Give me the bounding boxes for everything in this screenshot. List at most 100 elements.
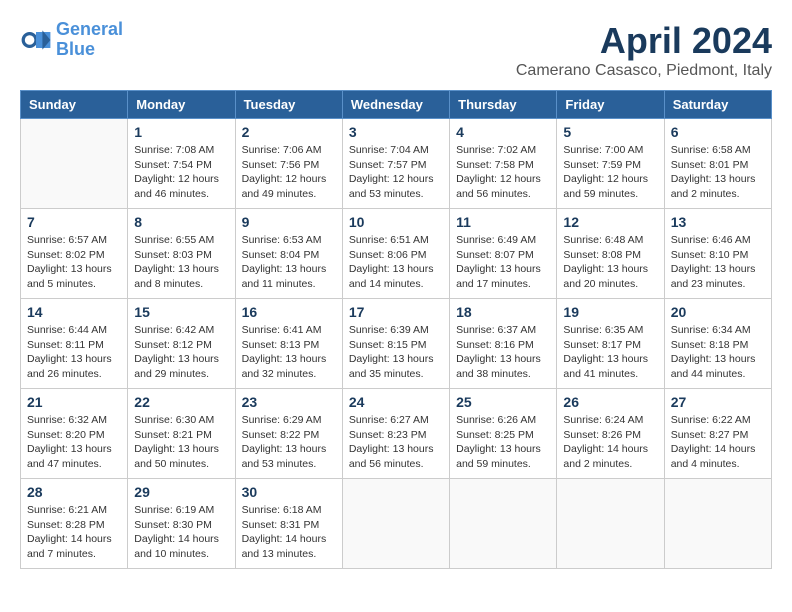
day-number: 15 bbox=[134, 304, 228, 320]
day-info: Sunrise: 6:18 AM Sunset: 8:31 PM Dayligh… bbox=[242, 503, 336, 562]
day-info: Sunrise: 6:49 AM Sunset: 8:07 PM Dayligh… bbox=[456, 233, 550, 292]
calendar-cell: 16 Sunrise: 6:41 AM Sunset: 8:13 PM Dayli… bbox=[235, 299, 342, 389]
calendar-cell: 10Sunrise: 6:51 AM Sunset: 8:06 PM Dayli… bbox=[342, 209, 449, 299]
day-info: Sunrise: 6:48 AM Sunset: 8:08 PM Dayligh… bbox=[563, 233, 657, 292]
day-number: 23 bbox=[242, 394, 336, 410]
day-number: 6 bbox=[671, 124, 765, 140]
month-title: April 2024 bbox=[516, 20, 772, 62]
day-number: 27 bbox=[671, 394, 765, 410]
day-info: Sunrise: 7:04 AM Sunset: 7:57 PM Dayligh… bbox=[349, 143, 443, 202]
calendar-cell: 7Sunrise: 6:57 AM Sunset: 8:02 PM Daylig… bbox=[21, 209, 128, 299]
calendar-cell: 5 Sunrise: 7:00 AM Sunset: 7:59 PM Daylig… bbox=[557, 119, 664, 209]
calendar-cell: 21Sunrise: 6:32 AM Sunset: 8:20 PM Dayli… bbox=[21, 389, 128, 479]
calendar-cell: 24Sunrise: 6:27 AM Sunset: 8:23 PM Dayli… bbox=[342, 389, 449, 479]
calendar-cell: 2 Sunrise: 7:06 AM Sunset: 7:56 PM Daylig… bbox=[235, 119, 342, 209]
day-number: 1 bbox=[134, 124, 228, 140]
day-info: Sunrise: 6:26 AM Sunset: 8:25 PM Dayligh… bbox=[456, 413, 550, 472]
day-number: 20 bbox=[671, 304, 765, 320]
calendar-cell: 28Sunrise: 6:21 AM Sunset: 8:28 PM Dayli… bbox=[21, 479, 128, 569]
calendar-cell: 27 Sunrise: 6:22 AM Sunset: 8:27 PM Dayli… bbox=[664, 389, 771, 479]
day-number: 25 bbox=[456, 394, 550, 410]
week-row-5: 28Sunrise: 6:21 AM Sunset: 8:28 PM Dayli… bbox=[21, 479, 772, 569]
weekday-header-thursday: Thursday bbox=[450, 91, 557, 119]
calendar-cell bbox=[21, 119, 128, 209]
day-info: Sunrise: 6:57 AM Sunset: 8:02 PM Dayligh… bbox=[27, 233, 121, 292]
day-info: Sunrise: 6:55 AM Sunset: 8:03 PM Dayligh… bbox=[134, 233, 228, 292]
title-block: April 2024 Camerano Casasco, Piedmont, I… bbox=[516, 20, 772, 80]
day-info: Sunrise: 6:34 AM Sunset: 8:18 PM Dayligh… bbox=[671, 323, 765, 382]
weekday-header-monday: Monday bbox=[128, 91, 235, 119]
calendar-cell: 13Sunrise: 6:46 AM Sunset: 8:10 PM Dayli… bbox=[664, 209, 771, 299]
page-header: General Blue April 2024 Camerano Casasco… bbox=[20, 20, 772, 80]
weekday-header-wednesday: Wednesday bbox=[342, 91, 449, 119]
calendar-cell: 30 Sunrise: 6:18 AM Sunset: 8:31 PM Dayli… bbox=[235, 479, 342, 569]
day-number: 30 bbox=[242, 484, 336, 500]
calendar-cell: 29Sunrise: 6:19 AM Sunset: 8:30 PM Dayli… bbox=[128, 479, 235, 569]
calendar-cell bbox=[557, 479, 664, 569]
day-number: 16 bbox=[242, 304, 336, 320]
calendar: SundayMondayTuesdayWednesdayThursdayFrid… bbox=[20, 90, 772, 569]
calendar-cell: 9 Sunrise: 6:53 AM Sunset: 8:04 PM Daylig… bbox=[235, 209, 342, 299]
weekday-header-friday: Friday bbox=[557, 91, 664, 119]
day-number: 3 bbox=[349, 124, 443, 140]
day-number: 11 bbox=[456, 214, 550, 230]
day-info: Sunrise: 6:30 AM Sunset: 8:21 PM Dayligh… bbox=[134, 413, 228, 472]
day-number: 2 bbox=[242, 124, 336, 140]
calendar-cell: 18 Sunrise: 6:37 AM Sunset: 8:16 PM Dayli… bbox=[450, 299, 557, 389]
week-row-3: 14 Sunrise: 6:44 AM Sunset: 8:11 PM Dayli… bbox=[21, 299, 772, 389]
calendar-cell: 20 Sunrise: 6:34 AM Sunset: 8:18 PM Dayli… bbox=[664, 299, 771, 389]
calendar-cell: 12Sunrise: 6:48 AM Sunset: 8:08 PM Dayli… bbox=[557, 209, 664, 299]
day-number: 17 bbox=[349, 304, 443, 320]
logo: General Blue bbox=[20, 20, 123, 60]
day-info: Sunrise: 6:46 AM Sunset: 8:10 PM Dayligh… bbox=[671, 233, 765, 292]
day-info: Sunrise: 7:06 AM Sunset: 7:56 PM Dayligh… bbox=[242, 143, 336, 202]
weekday-header-tuesday: Tuesday bbox=[235, 91, 342, 119]
day-number: 9 bbox=[242, 214, 336, 230]
day-number: 4 bbox=[456, 124, 550, 140]
calendar-cell: 8 Sunrise: 6:55 AM Sunset: 8:03 PM Daylig… bbox=[128, 209, 235, 299]
day-info: Sunrise: 6:53 AM Sunset: 8:04 PM Dayligh… bbox=[242, 233, 336, 292]
day-number: 14 bbox=[27, 304, 121, 320]
day-number: 28 bbox=[27, 484, 121, 500]
day-info: Sunrise: 6:44 AM Sunset: 8:11 PM Dayligh… bbox=[27, 323, 121, 382]
day-info: Sunrise: 6:19 AM Sunset: 8:30 PM Dayligh… bbox=[134, 503, 228, 562]
week-row-4: 21Sunrise: 6:32 AM Sunset: 8:20 PM Dayli… bbox=[21, 389, 772, 479]
day-info: Sunrise: 6:41 AM Sunset: 8:13 PM Dayligh… bbox=[242, 323, 336, 382]
day-number: 19 bbox=[563, 304, 657, 320]
day-info: Sunrise: 7:02 AM Sunset: 7:58 PM Dayligh… bbox=[456, 143, 550, 202]
weekday-header-sunday: Sunday bbox=[21, 91, 128, 119]
day-info: Sunrise: 6:22 AM Sunset: 8:27 PM Dayligh… bbox=[671, 413, 765, 472]
calendar-cell: 11 Sunrise: 6:49 AM Sunset: 8:07 PM Dayli… bbox=[450, 209, 557, 299]
day-number: 24 bbox=[349, 394, 443, 410]
logo-text: General Blue bbox=[56, 20, 123, 60]
calendar-cell: 6 Sunrise: 6:58 AM Sunset: 8:01 PM Daylig… bbox=[664, 119, 771, 209]
weekday-header-saturday: Saturday bbox=[664, 91, 771, 119]
day-info: Sunrise: 7:00 AM Sunset: 7:59 PM Dayligh… bbox=[563, 143, 657, 202]
day-info: Sunrise: 7:08 AM Sunset: 7:54 PM Dayligh… bbox=[134, 143, 228, 202]
day-number: 18 bbox=[456, 304, 550, 320]
calendar-cell: 25 Sunrise: 6:26 AM Sunset: 8:25 PM Dayli… bbox=[450, 389, 557, 479]
day-info: Sunrise: 6:24 AM Sunset: 8:26 PM Dayligh… bbox=[563, 413, 657, 472]
day-info: Sunrise: 6:37 AM Sunset: 8:16 PM Dayligh… bbox=[456, 323, 550, 382]
day-info: Sunrise: 6:32 AM Sunset: 8:20 PM Dayligh… bbox=[27, 413, 121, 472]
day-number: 22 bbox=[134, 394, 228, 410]
day-number: 26 bbox=[563, 394, 657, 410]
calendar-cell: 17 Sunrise: 6:39 AM Sunset: 8:15 PM Dayli… bbox=[342, 299, 449, 389]
day-number: 8 bbox=[134, 214, 228, 230]
calendar-cell: 26 Sunrise: 6:24 AM Sunset: 8:26 PM Dayli… bbox=[557, 389, 664, 479]
day-info: Sunrise: 6:42 AM Sunset: 8:12 PM Dayligh… bbox=[134, 323, 228, 382]
day-info: Sunrise: 6:58 AM Sunset: 8:01 PM Dayligh… bbox=[671, 143, 765, 202]
day-number: 10 bbox=[349, 214, 443, 230]
calendar-cell: 19Sunrise: 6:35 AM Sunset: 8:17 PM Dayli… bbox=[557, 299, 664, 389]
calendar-cell: 1 Sunrise: 7:08 AM Sunset: 7:54 PM Daylig… bbox=[128, 119, 235, 209]
calendar-cell: 4 Sunrise: 7:02 AM Sunset: 7:58 PM Daylig… bbox=[450, 119, 557, 209]
calendar-cell bbox=[450, 479, 557, 569]
calendar-cell bbox=[664, 479, 771, 569]
day-info: Sunrise: 6:39 AM Sunset: 8:15 PM Dayligh… bbox=[349, 323, 443, 382]
location-title: Camerano Casasco, Piedmont, Italy bbox=[516, 62, 772, 80]
calendar-cell: 15 Sunrise: 6:42 AM Sunset: 8:12 PM Dayli… bbox=[128, 299, 235, 389]
calendar-cell: 23Sunrise: 6:29 AM Sunset: 8:22 PM Dayli… bbox=[235, 389, 342, 479]
week-row-1: 1 Sunrise: 7:08 AM Sunset: 7:54 PM Daylig… bbox=[21, 119, 772, 209]
day-number: 5 bbox=[563, 124, 657, 140]
calendar-cell bbox=[342, 479, 449, 569]
